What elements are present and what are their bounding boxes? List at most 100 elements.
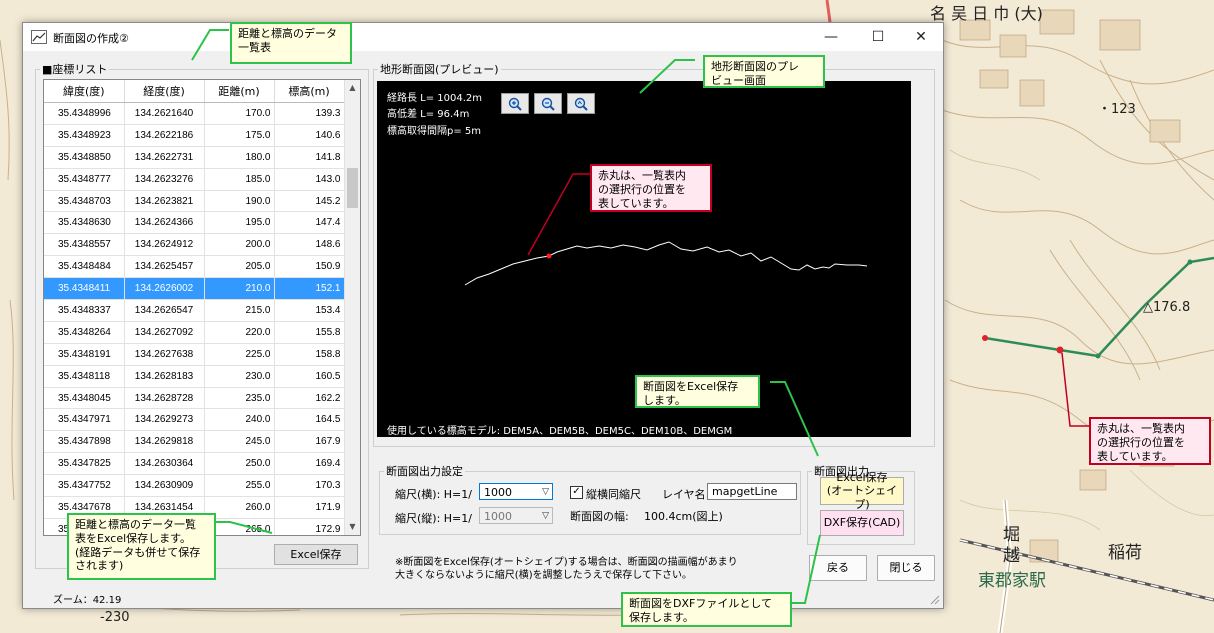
distance-cell[interactable]: 245.0 — [204, 430, 275, 454]
scale-h-select[interactable]: 1000 ▽ — [479, 483, 553, 500]
table-row[interactable]: 35.4347971 134.2629273 240.0 164.5 — [44, 408, 345, 432]
distance-cell[interactable]: 205.0 — [204, 255, 275, 279]
lon-cell[interactable]: 134.2624366 — [124, 211, 205, 235]
distance-cell[interactable]: 185.0 — [204, 168, 275, 191]
minimize-button[interactable]: — — [809, 23, 853, 51]
title-bar[interactable]: 断面図の作成② — ☐ ✕ — [23, 23, 943, 51]
elevation-cell[interactable]: 140.6 — [274, 124, 345, 147]
dxf-save-button[interactable]: DXF保存(CAD) — [820, 510, 904, 536]
elevation-cell[interactable]: 171.9 — [274, 496, 345, 519]
lat-cell[interactable]: 35.4348484 — [44, 255, 125, 279]
lon-cell[interactable]: 134.2628183 — [124, 365, 205, 388]
lat-cell[interactable]: 35.4348996 — [44, 102, 125, 125]
lon-cell[interactable]: 134.2623821 — [124, 190, 205, 213]
lat-cell[interactable]: 35.4348191 — [44, 343, 125, 366]
lon-cell[interactable]: 134.2630364 — [124, 452, 205, 476]
elevation-cell[interactable]: 150.9 — [274, 255, 345, 279]
elevation-cell[interactable]: 145.2 — [274, 190, 345, 213]
distance-cell[interactable]: 240.0 — [204, 408, 275, 432]
elevation-cell[interactable]: 143.0 — [274, 168, 345, 191]
lat-cell[interactable]: 35.4347825 — [44, 452, 125, 476]
lon-cell[interactable]: 134.2627638 — [124, 343, 205, 366]
distance-cell[interactable]: 225.0 — [204, 343, 275, 366]
excel-autoshape-save-button[interactable]: Excel保存 (オートシェイプ) — [820, 471, 904, 511]
close-button[interactable]: ✕ — [899, 23, 943, 51]
lat-cell[interactable]: 35.4348557 — [44, 233, 125, 257]
distance-cell[interactable]: 235.0 — [204, 387, 275, 410]
table-row[interactable]: 35.4347898 134.2629818 245.0 167.9 — [44, 430, 345, 454]
scroll-up-icon[interactable]: ▲ — [345, 80, 360, 96]
lat-cell[interactable]: 35.4348045 — [44, 387, 125, 410]
table-row[interactable]: 35.4348264 134.2627092 220.0 155.8 — [44, 321, 345, 344]
table-row[interactable]: 35.4348411 134.2626002 210.0 152.1 — [44, 277, 345, 301]
table-row[interactable]: 35.4348630 134.2624366 195.0 147.4 — [44, 211, 345, 235]
scale-v-select[interactable]: 1000 ▽ — [479, 507, 553, 524]
lon-cell[interactable]: 134.2621640 — [124, 102, 205, 125]
lat-cell[interactable]: 35.4348337 — [44, 299, 125, 322]
lon-cell[interactable]: 134.2629273 — [124, 408, 205, 432]
distance-cell[interactable]: 255.0 — [204, 474, 275, 498]
lon-cell[interactable]: 134.2625457 — [124, 255, 205, 279]
distance-cell[interactable]: 215.0 — [204, 299, 275, 322]
maximize-button[interactable]: ☐ — [856, 23, 900, 51]
table-row[interactable]: 35.4348850 134.2622731 180.0 141.8 — [44, 146, 345, 169]
table-row[interactable]: 35.4348703 134.2623821 190.0 145.2 — [44, 190, 345, 213]
back-button[interactable]: 戻る — [809, 555, 867, 581]
lon-cell[interactable]: 134.2630909 — [124, 474, 205, 498]
distance-cell[interactable]: 180.0 — [204, 146, 275, 169]
col-header-distance[interactable]: 距離(m) — [204, 80, 275, 103]
table-row[interactable]: 35.4348557 134.2624912 200.0 148.6 — [44, 233, 345, 257]
lat-cell[interactable]: 35.4347752 — [44, 474, 125, 498]
elevation-cell[interactable]: 141.8 — [274, 146, 345, 169]
close-dialog-button[interactable]: 閉じる — [877, 555, 935, 581]
table-row[interactable]: 35.4348923 134.2622186 175.0 140.6 — [44, 124, 345, 147]
table-row[interactable]: 35.4348045 134.2628728 235.0 162.2 — [44, 387, 345, 410]
lat-cell[interactable]: 35.4348264 — [44, 321, 125, 344]
lon-cell[interactable]: 134.2624912 — [124, 233, 205, 257]
scroll-down-icon[interactable]: ▼ — [345, 519, 360, 535]
lon-cell[interactable]: 134.2628728 — [124, 387, 205, 410]
lat-cell[interactable]: 35.4347971 — [44, 408, 125, 432]
distance-cell[interactable]: 250.0 — [204, 452, 275, 476]
col-header-lon[interactable]: 経度(度) — [124, 80, 205, 103]
distance-cell[interactable]: 230.0 — [204, 365, 275, 388]
distance-cell[interactable]: 220.0 — [204, 321, 275, 344]
col-header-lat[interactable]: 緯度(度) — [44, 80, 125, 103]
lat-cell[interactable]: 35.4347898 — [44, 430, 125, 454]
table-scrollbar[interactable]: ▲ ▼ — [344, 80, 360, 535]
elevation-cell[interactable]: 152.1 — [274, 277, 345, 301]
lat-cell[interactable]: 35.4348630 — [44, 211, 125, 235]
coord-table[interactable]: 緯度(度) 経度(度) 距離(m) 標高(m) 35.4348996 134.26… — [43, 79, 361, 536]
elevation-cell[interactable]: 139.3 — [274, 102, 345, 125]
lat-cell[interactable]: 35.4348850 — [44, 146, 125, 169]
table-row[interactable]: 35.4348118 134.2628183 230.0 160.5 — [44, 365, 345, 388]
lon-cell[interactable]: 134.2622186 — [124, 124, 205, 147]
table-row[interactable]: 35.4348777 134.2623276 185.0 143.0 — [44, 168, 345, 191]
lat-cell[interactable]: 35.4348703 — [44, 190, 125, 213]
table-row[interactable]: 35.4348337 134.2626547 215.0 153.4 — [44, 299, 345, 322]
lon-cell[interactable]: 134.2626002 — [124, 277, 205, 301]
lat-cell[interactable]: 35.4348118 — [44, 365, 125, 388]
elevation-cell[interactable]: 148.6 — [274, 233, 345, 257]
distance-cell[interactable]: 190.0 — [204, 190, 275, 213]
distance-cell[interactable]: 195.0 — [204, 211, 275, 235]
elevation-cell[interactable]: 147.4 — [274, 211, 345, 235]
lon-cell[interactable]: 134.2627092 — [124, 321, 205, 344]
lat-cell[interactable]: 35.4348777 — [44, 168, 125, 191]
elevation-cell[interactable]: 172.9 — [274, 518, 345, 535]
distance-cell[interactable]: 175.0 — [204, 124, 275, 147]
table-row[interactable]: 35.4348191 134.2627638 225.0 158.8 — [44, 343, 345, 366]
col-header-elevation[interactable]: 標高(m) — [274, 80, 345, 103]
lon-cell[interactable]: 134.2629818 — [124, 430, 205, 454]
table-row[interactable]: 35.4347825 134.2630364 250.0 169.4 — [44, 452, 345, 476]
lon-cell[interactable]: 134.2623276 — [124, 168, 205, 191]
same-scale-checkbox[interactable]: ✓ — [570, 486, 583, 499]
lon-cell[interactable]: 134.2626547 — [124, 299, 205, 322]
distance-cell[interactable]: 200.0 — [204, 233, 275, 257]
layer-name-input[interactable]: mapgetLine — [707, 483, 797, 500]
elevation-cell[interactable]: 169.4 — [274, 452, 345, 476]
lat-cell[interactable]: 35.4348411 — [44, 277, 125, 301]
table-row[interactable]: 35.4348484 134.2625457 205.0 150.9 — [44, 255, 345, 279]
resize-grip-icon[interactable] — [930, 595, 940, 605]
scroll-thumb[interactable] — [347, 168, 358, 208]
